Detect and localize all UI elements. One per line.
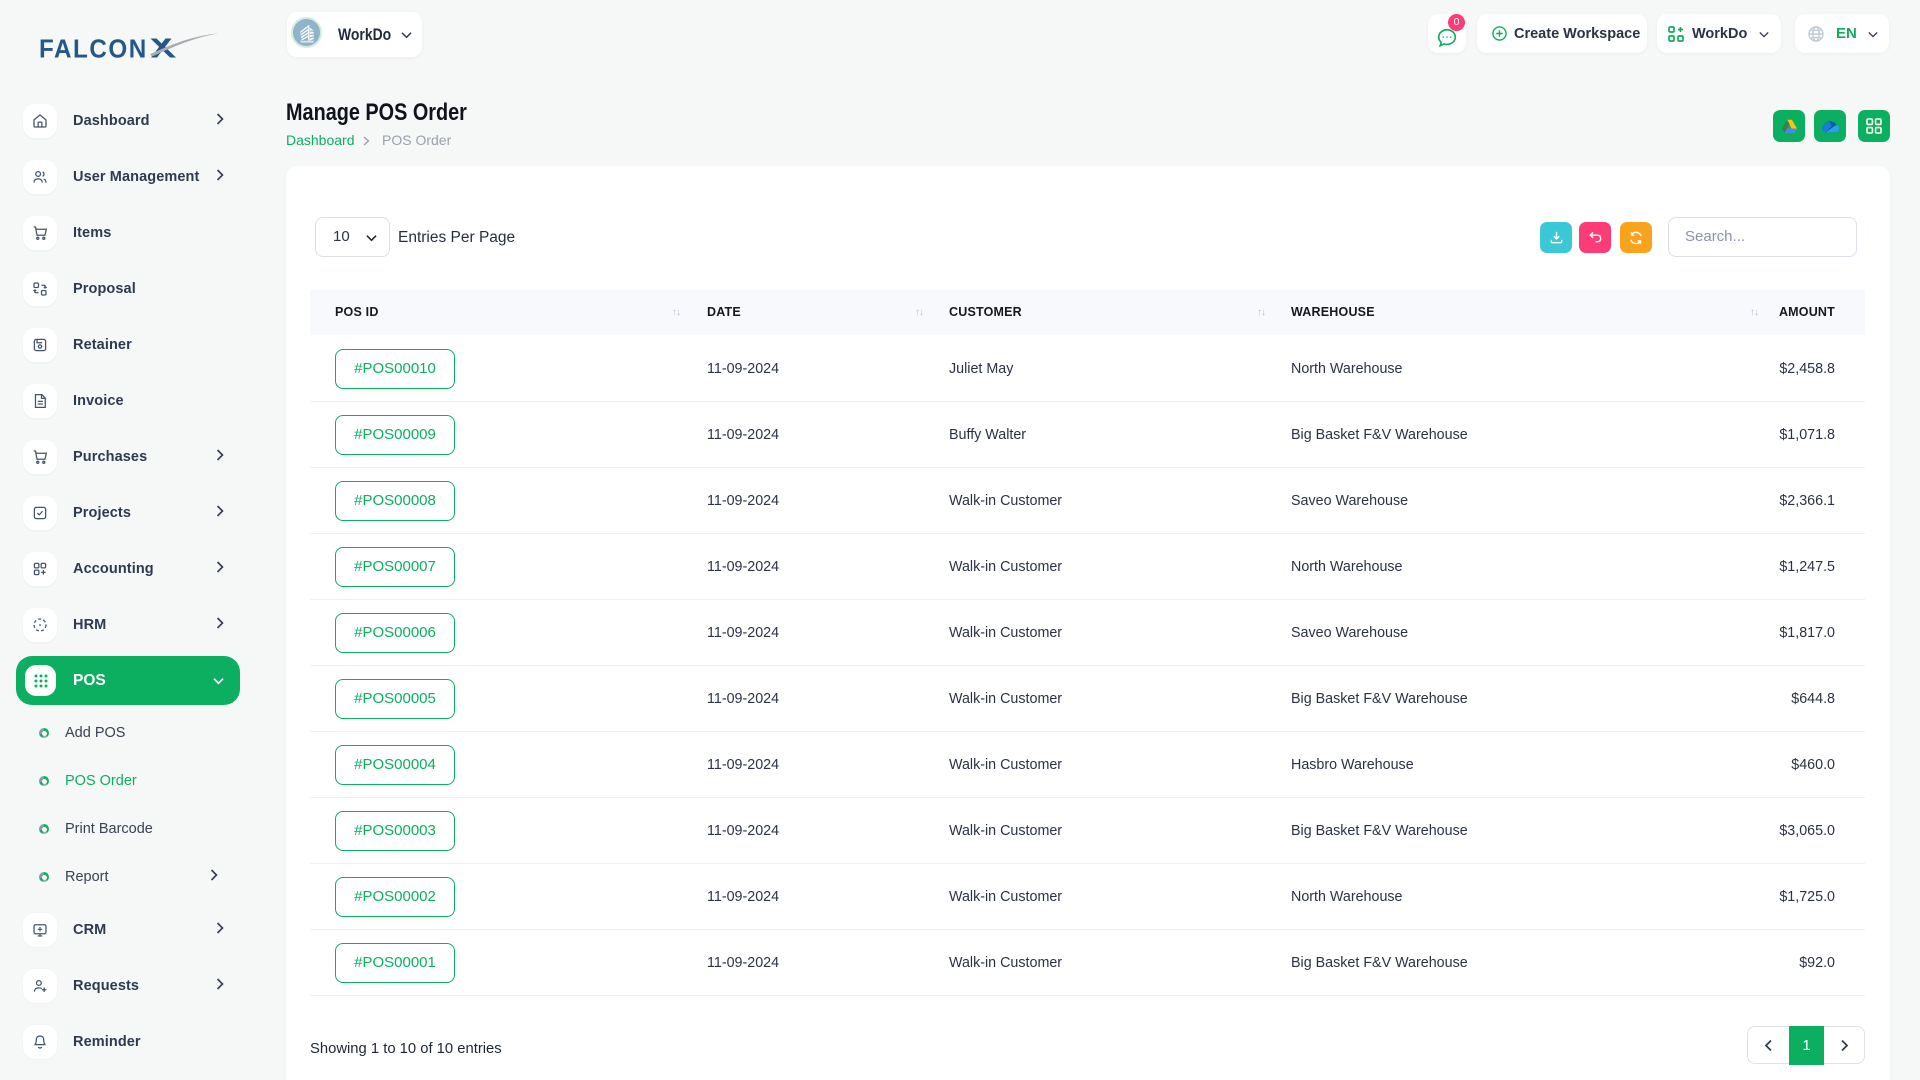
svg-text:FALCON: FALCON <box>40 35 148 60</box>
